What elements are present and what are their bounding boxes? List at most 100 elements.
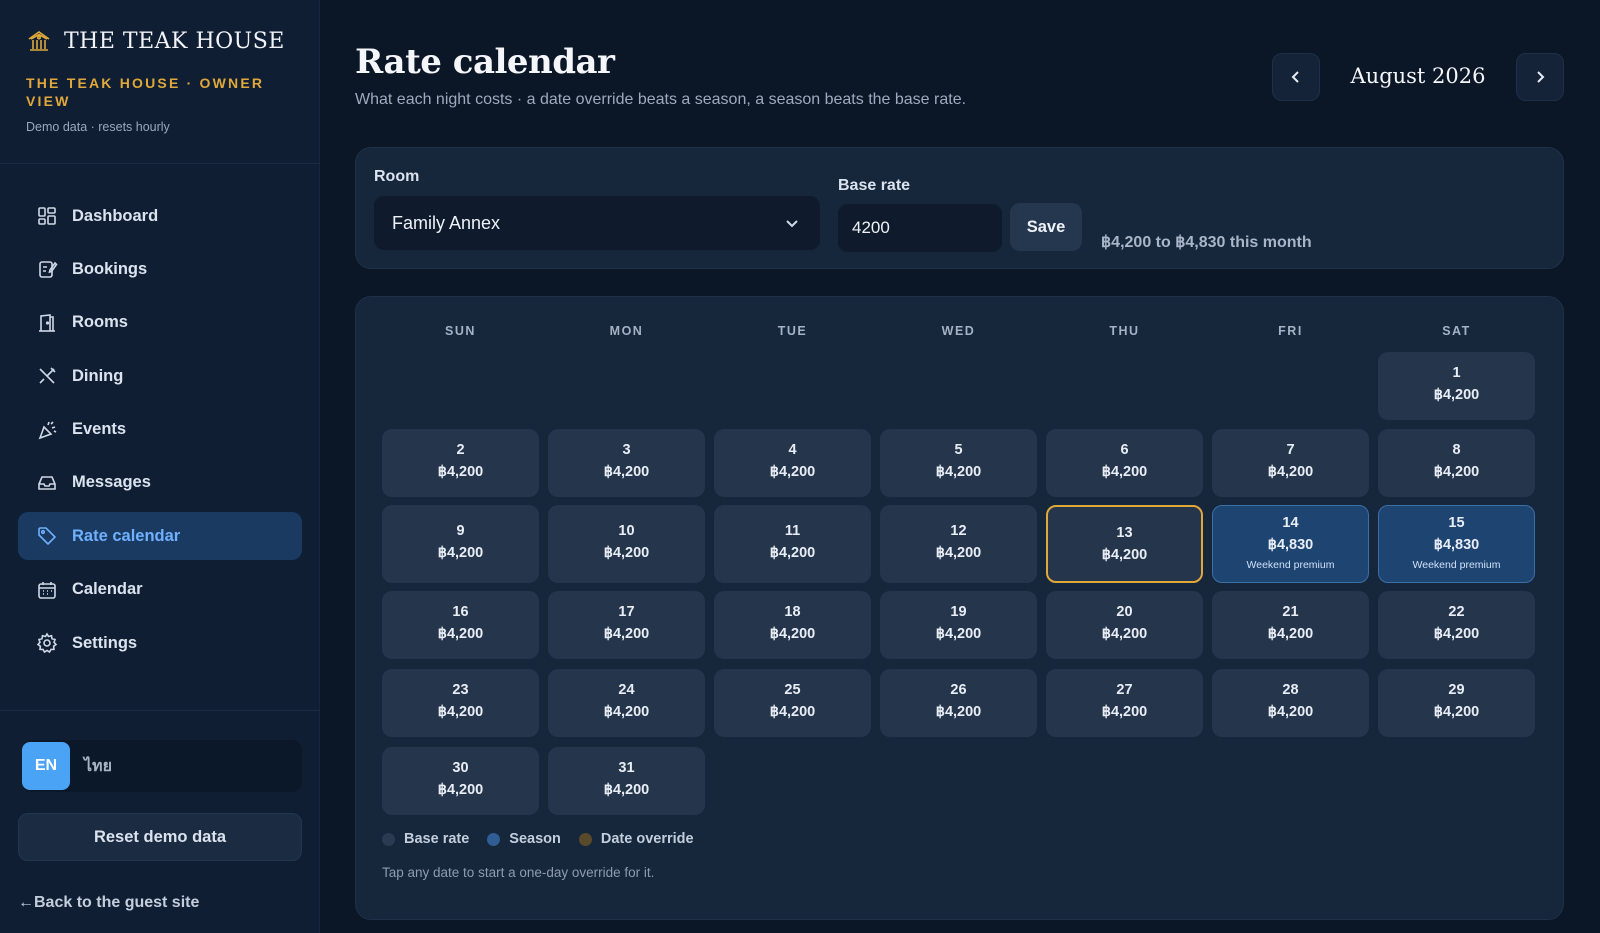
day-number: 29 [1448, 682, 1465, 698]
day-price: ฿4,200 [603, 626, 650, 642]
day-number: 12 [950, 523, 967, 539]
calendar-day-cell[interactable]: 25 ฿4,200 [714, 669, 871, 737]
chevron-right-icon [1537, 71, 1545, 83]
messages-icon [38, 476, 56, 490]
sidebar-item-bookings[interactable]: Bookings [18, 245, 302, 293]
day-price: ฿4,200 [1267, 464, 1314, 480]
sidebar-item-dashboard[interactable]: Dashboard [18, 192, 302, 240]
calendar-day-cell[interactable]: 16 ฿4,200 [382, 591, 539, 659]
season-tag: Weekend premium [1246, 559, 1335, 571]
calendar-day-cell[interactable]: 18 ฿4,200 [714, 591, 871, 659]
weekday-label: SAT [1442, 324, 1471, 338]
sidebar-divider [0, 163, 320, 164]
calendar-day-cell[interactable]: 10 ฿4,200 [548, 505, 705, 583]
day-number: 25 [784, 682, 801, 698]
calendar-day-cell[interactable]: 15 ฿4,830 Weekend premium [1378, 505, 1535, 583]
calendar-day-cell[interactable]: 1 ฿4,200 [1378, 352, 1535, 420]
save-button[interactable]: Save [1010, 203, 1082, 251]
room-select[interactable]: Family Annex [374, 196, 820, 250]
chevron-left-icon [1291, 71, 1299, 83]
calendar-day-cell[interactable]: 31 ฿4,200 [548, 747, 705, 815]
calendar-day-cell[interactable]: 22 ฿4,200 [1378, 591, 1535, 659]
sidebar-item-rooms[interactable]: Rooms [18, 299, 302, 347]
next-month-button[interactable] [1516, 53, 1564, 101]
day-price: ฿4,200 [437, 464, 484, 480]
tag-icon [38, 527, 57, 546]
weekday-label: FRI [1278, 324, 1303, 338]
sidebar-item-messages[interactable]: Messages [18, 459, 302, 507]
sidebar-item-events[interactable]: Events [18, 406, 302, 454]
day-price: ฿4,200 [1101, 704, 1148, 720]
calendar-day-cell[interactable]: 12 ฿4,200 [880, 505, 1037, 583]
day-price: ฿4,200 [437, 704, 484, 720]
calendar-day-cell[interactable]: 20 ฿4,200 [1046, 591, 1203, 659]
calendar-day-cell[interactable]: 3 ฿4,200 [548, 429, 705, 497]
calendar-day-cell[interactable]: 19 ฿4,200 [880, 591, 1037, 659]
day-number: 26 [950, 682, 967, 698]
calendar-day-cell[interactable]: 14 ฿4,830 Weekend premium [1212, 505, 1369, 583]
sidebar-item-calendar[interactable]: Calendar [18, 566, 302, 614]
calendar-day-cell[interactable]: 29 ฿4,200 [1378, 669, 1535, 737]
day-price: ฿4,200 [769, 545, 816, 561]
calendar-day-cell[interactable]: 24 ฿4,200 [548, 669, 705, 737]
brand[interactable]: THE TEAK HOUSE [26, 28, 285, 54]
calendar-day-cell[interactable]: 7 ฿4,200 [1212, 429, 1369, 497]
calendar-day-cell[interactable]: 23 ฿4,200 [382, 669, 539, 737]
calendar-day-cell[interactable]: 2 ฿4,200 [382, 429, 539, 497]
gear-icon [36, 632, 58, 654]
dining-icon [39, 367, 56, 384]
calendar-day-cell[interactable]: 21 ฿4,200 [1212, 591, 1369, 659]
calendar-hint: Tap any date to start a one-day override… [382, 865, 655, 880]
reset-demo-button[interactable]: Reset demo data [18, 813, 302, 861]
language-switcher: EN ไทย [22, 740, 302, 792]
day-price: ฿4,200 [935, 464, 982, 480]
sidebar: THE TEAK HOUSE THE TEAK HOUSE · OWNER VI… [0, 0, 320, 933]
sidebar-item-label: Dashboard [72, 206, 159, 225]
day-number: 23 [452, 682, 469, 698]
calendar-day-cell[interactable]: 26 ฿4,200 [880, 669, 1037, 737]
day-number: 4 [788, 442, 797, 458]
day-number: 22 [1448, 604, 1465, 620]
calendar-day-cell[interactable]: 9 ฿4,200 [382, 505, 539, 583]
legend-label: Season [509, 831, 561, 847]
day-number: 13 [1116, 525, 1133, 541]
day-number: 6 [1120, 442, 1129, 458]
day-price: ฿4,200 [437, 545, 484, 561]
page-title: Rate calendar [355, 42, 615, 82]
events-icon [38, 420, 57, 439]
calendar-day-cell[interactable]: 13 ฿4,200 [1046, 505, 1203, 583]
calendar-day-cell[interactable]: 4 ฿4,200 [714, 429, 871, 497]
day-number: 21 [1282, 604, 1299, 620]
brand-name: THE TEAK HOUSE [64, 28, 285, 54]
day-price: ฿4,200 [603, 782, 650, 798]
sidebar-item-rate-calendar[interactable]: Rate calendar [18, 512, 302, 561]
calendar-day-cell[interactable]: 5 ฿4,200 [880, 429, 1037, 497]
day-price: ฿4,200 [1433, 626, 1480, 642]
previous-month-button[interactable] [1272, 53, 1320, 101]
calendar-day-cell[interactable]: 28 ฿4,200 [1212, 669, 1369, 737]
calendar-day-cell[interactable]: 8 ฿4,200 [1378, 429, 1535, 497]
base-rate-input[interactable] [838, 204, 1002, 252]
calendar-day-cell[interactable]: 11 ฿4,200 [714, 505, 871, 583]
day-number: 27 [1116, 682, 1133, 698]
language-th-button[interactable]: ไทย [84, 754, 112, 779]
calendar-day-cell[interactable]: 27 ฿4,200 [1046, 669, 1203, 737]
day-number: 14 [1282, 515, 1299, 531]
day-price: ฿4,200 [1267, 704, 1314, 720]
day-number: 17 [618, 604, 635, 620]
day-number: 2 [456, 442, 465, 458]
calendar-day-cell[interactable]: 17 ฿4,200 [548, 591, 705, 659]
back-to-guest-site-link[interactable]: ←Back to the guest site [18, 894, 199, 912]
day-number: 3 [622, 442, 631, 458]
month-label: August 2026 [1350, 64, 1486, 88]
house-logo-icon [28, 31, 50, 51]
sidebar-item-dining[interactable]: Dining [18, 352, 302, 400]
day-number: 10 [618, 523, 635, 539]
sidebar-item-settings[interactable]: Settings [18, 619, 302, 667]
calendar-day-cell[interactable]: 6 ฿4,200 [1046, 429, 1203, 497]
day-number: 19 [950, 604, 967, 620]
day-number: 30 [452, 760, 469, 776]
calendar-day-cell[interactable]: 30 ฿4,200 [382, 747, 539, 815]
day-number: 5 [954, 442, 963, 458]
language-en-button[interactable]: EN [22, 742, 70, 790]
